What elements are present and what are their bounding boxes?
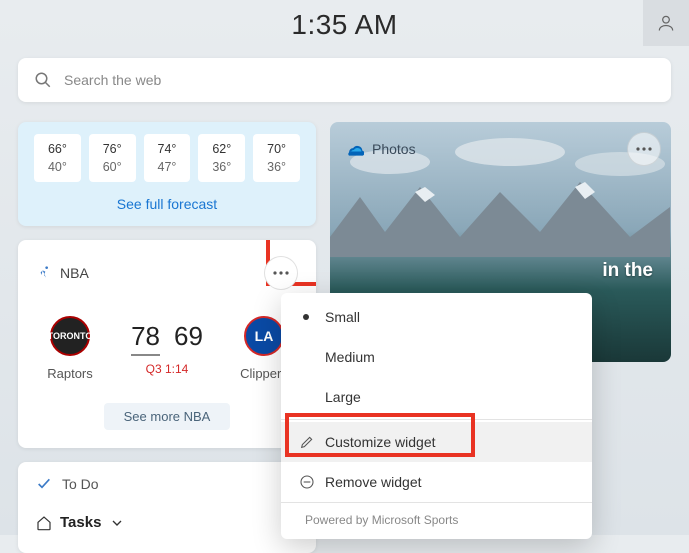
remove-icon <box>299 474 315 490</box>
menu-separator <box>281 419 592 420</box>
home-score: 78 <box>131 321 160 352</box>
onedrive-icon <box>344 142 364 156</box>
profile-button[interactable] <box>643 0 689 46</box>
more-icon <box>636 147 652 151</box>
forecast-day[interactable]: 66° 40° <box>34 134 81 182</box>
menu-customize-widget[interactable]: Customize widget <box>281 422 592 462</box>
menu-powered-by: Powered by Microsoft Sports <box>281 502 592 539</box>
forecast-day[interactable]: 70° 36° <box>253 134 300 182</box>
mountains-art <box>330 177 670 257</box>
forecast-low: 60° <box>93 160 132 174</box>
photos-title: Photos <box>372 141 416 157</box>
forecast-high: 66° <box>38 142 77 156</box>
todo-title: To Do <box>62 476 99 492</box>
weather-widget[interactable]: 66° 40° 76° 60° 74° 47° 62° 36° 70° 36 <box>18 122 316 226</box>
search-box[interactable] <box>18 58 671 102</box>
see-full-forecast-link[interactable]: See full forecast <box>34 196 300 212</box>
running-icon <box>36 265 52 281</box>
pencil-icon <box>299 434 315 450</box>
forecast-low: 40° <box>38 160 77 174</box>
menu-size-large[interactable]: Large <box>281 377 592 417</box>
forecast-day[interactable]: 76° 60° <box>89 134 136 182</box>
forecast-day[interactable]: 74° 47° <box>144 134 191 182</box>
sports-widget[interactable]: NBA TORONTO Raptors 78 69 Q3 1:14 <box>18 240 316 448</box>
tasks-label: Tasks <box>60 514 101 531</box>
forecast-day[interactable]: 62° 36° <box>198 134 245 182</box>
todo-icon <box>36 476 52 492</box>
forecast-high: 74° <box>148 142 187 156</box>
photos-more-button[interactable] <box>627 132 661 166</box>
person-icon <box>656 13 676 33</box>
forecast-low: 47° <box>148 160 187 174</box>
team-logo-clippers: LA <box>244 316 284 356</box>
search-input[interactable] <box>64 72 655 88</box>
menu-size-small[interactable]: Small <box>281 297 592 337</box>
away-score: 69 <box>174 321 203 352</box>
forecast-high: 62° <box>202 142 241 156</box>
chevron-down-icon[interactable] <box>109 515 125 531</box>
todo-widget[interactable]: To Do Tasks <box>18 462 316 553</box>
more-icon <box>273 271 289 275</box>
forecast-high: 70° <box>257 142 296 156</box>
team-logo-raptors: TORONTO <box>50 316 90 356</box>
forecast-low: 36° <box>202 160 241 174</box>
menu-size-medium[interactable]: Medium <box>281 337 592 377</box>
home-icon <box>36 515 52 531</box>
widget-context-menu: Small Medium Large Customize widget Remo… <box>281 293 592 539</box>
forecast-high: 76° <box>93 142 132 156</box>
game-status: Q3 1:14 <box>146 362 189 376</box>
sports-league-label: NBA <box>60 265 89 281</box>
team-name: Raptors <box>47 366 93 381</box>
forecast-low: 36° <box>257 160 296 174</box>
photo-caption: in the <box>602 260 653 282</box>
see-more-nba-button[interactable]: See more NBA <box>104 403 231 430</box>
menu-remove-widget[interactable]: Remove widget <box>281 462 592 502</box>
clock: 1:35 AM <box>291 9 397 41</box>
search-icon <box>34 71 52 89</box>
sports-more-button[interactable] <box>264 256 298 290</box>
